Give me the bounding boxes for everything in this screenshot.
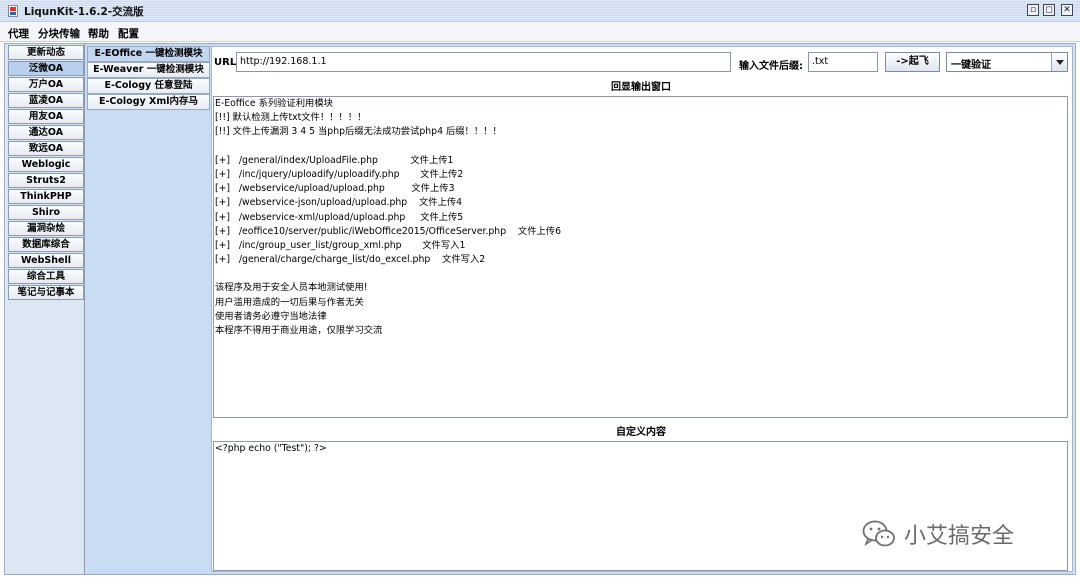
- category-tab-database[interactable]: 数据库综合: [8, 237, 84, 252]
- output-line: [+] /webservice/upload/upload.php 文件上传3: [215, 183, 455, 195]
- title-bar: LiqunKit-1.6.2-交流版 ▫ ◻ ✕: [0, 0, 1080, 22]
- custom-content-input[interactable]: <?php echo ("Test"); ?>: [213, 441, 1068, 571]
- module-tab-ecology-login[interactable]: E-Cology 任意登陆: [87, 78, 210, 94]
- watermark-text: 小艾搞安全: [904, 524, 1015, 549]
- category-tab-weaver-oa[interactable]: 泛微OA: [8, 61, 84, 76]
- category-tab-tools[interactable]: 综合工具: [8, 269, 84, 284]
- chevron-down-icon[interactable]: [1051, 53, 1067, 71]
- menu-help[interactable]: 帮助: [88, 26, 109, 41]
- category-tab-yonyou-oa[interactable]: 用友OA: [8, 109, 84, 124]
- output-line: [+] /general/index/UploadFile.php 文件上传1: [215, 154, 454, 166]
- category-tab-updates[interactable]: 更新动态: [8, 45, 84, 60]
- launch-button[interactable]: ->起飞: [885, 52, 940, 72]
- category-tab-misc-vulns[interactable]: 漏洞杂烩: [8, 221, 84, 236]
- menu-chunked-transfer[interactable]: 分块传输: [38, 26, 80, 41]
- category-tab-landray-oa[interactable]: 蓝凌OA: [8, 93, 84, 108]
- window-title: LiqunKit-1.6.2-交流版: [24, 6, 144, 18]
- category-tab-weblogic[interactable]: Weblogic: [8, 157, 84, 172]
- output-line: E-Eoffice 系列验证利用模块: [215, 98, 333, 109]
- custom-content-text: <?php echo ("Test"); ?>: [215, 443, 327, 454]
- output-line: [+] /general/charge/charge_list/do_excel…: [215, 254, 486, 266]
- output-line: [!!] 文件上传漏洞 3 4 5 当php后缀无法成功尝试php4 后缀！！！…: [215, 126, 502, 138]
- category-tab-shiro[interactable]: Shiro: [8, 205, 84, 220]
- output-line: [+] /webservice-json/upload/upload.php 文…: [215, 197, 463, 209]
- menu-bar: 代理 分块传输 帮助 配置: [0, 22, 1080, 42]
- category-tab-webshell[interactable]: WebShell: [8, 253, 84, 268]
- suffix-input[interactable]: .txt: [808, 52, 878, 72]
- output-lines: E-Eoffice 系列验证利用模块 [!!] 默认检测上传txt文件！！！！！ […: [214, 97, 1067, 338]
- category-tab-tongda-oa[interactable]: 通达OA: [8, 125, 84, 140]
- module-content: URL: http://192.168.1.1 输入文件后缀: .txt ->起…: [211, 46, 1073, 572]
- app-icon: [8, 5, 18, 17]
- module-tab-ecology-xml-shell[interactable]: E-Cology Xml内存马: [87, 94, 210, 110]
- output-line: 该程序及用于安全人员本地测试使用!: [215, 282, 368, 294]
- category-tab-thinkphp[interactable]: ThinkPHP: [8, 189, 84, 204]
- output-line: 使用者请务必遵守当地法律: [215, 310, 327, 322]
- restore-button[interactable]: ▫: [1027, 4, 1039, 16]
- category-tab-wanhu-oa[interactable]: 万户OA: [8, 77, 84, 92]
- module-tab-eoffice[interactable]: E-EOffice 一键检测模块: [87, 46, 210, 62]
- wechat-icon: [862, 520, 895, 547]
- mode-select[interactable]: 一键验证: [946, 52, 1068, 72]
- suffix-label: 输入文件后缀:: [739, 61, 803, 72]
- url-input[interactable]: http://192.168.1.1: [236, 52, 731, 72]
- mode-select-value: 一键验证: [951, 60, 991, 71]
- module-tab-eweaver[interactable]: E-Weaver 一键检测模块: [87, 62, 210, 78]
- menu-proxy[interactable]: 代理: [8, 26, 29, 41]
- custom-content-title: 自定义内容: [616, 427, 666, 438]
- main-area: 更新动态 泛微OA 万户OA 蓝凌OA 用友OA 通达OA 致远OA Weblo…: [4, 43, 1076, 575]
- close-button[interactable]: ✕: [1061, 4, 1073, 16]
- output-title: 回显输出窗口: [611, 82, 671, 93]
- category-tab-seeyon-oa[interactable]: 致远OA: [8, 141, 84, 156]
- maximize-button[interactable]: ◻: [1043, 4, 1055, 16]
- category-tab-notes[interactable]: 笔记与记事本: [8, 285, 84, 300]
- output-line: [+] /inc/group_user_list/group_xml.php 文…: [215, 239, 466, 251]
- output-line: [!!] 默认检测上传txt文件！！！！！: [215, 112, 367, 124]
- output-line: [+] /webservice-xml/upload/upload.php 文件…: [215, 211, 464, 223]
- menu-config[interactable]: 配置: [118, 26, 139, 41]
- watermark: 小艾搞安全: [862, 517, 1014, 551]
- output-line: [+] /inc/jquery/uploadify/uploadify.php …: [215, 168, 464, 180]
- output-line: [+] /eoffice10/server/public/iWebOffice2…: [215, 225, 562, 237]
- output-window[interactable]: E-Eoffice 系列验证利用模块 [!!] 默认检测上传txt文件！！！！！ […: [213, 96, 1068, 418]
- category-tab-struts2[interactable]: Struts2: [8, 173, 84, 188]
- category-panel: E-EOffice 一键检测模块 E-Weaver 一键检测模块 E-Colog…: [84, 44, 1074, 574]
- output-line: 用户滥用造成的一切后果与作者无关: [215, 296, 364, 308]
- output-line: 本程序不得用于商业用途，仅限学习交流: [215, 325, 383, 336]
